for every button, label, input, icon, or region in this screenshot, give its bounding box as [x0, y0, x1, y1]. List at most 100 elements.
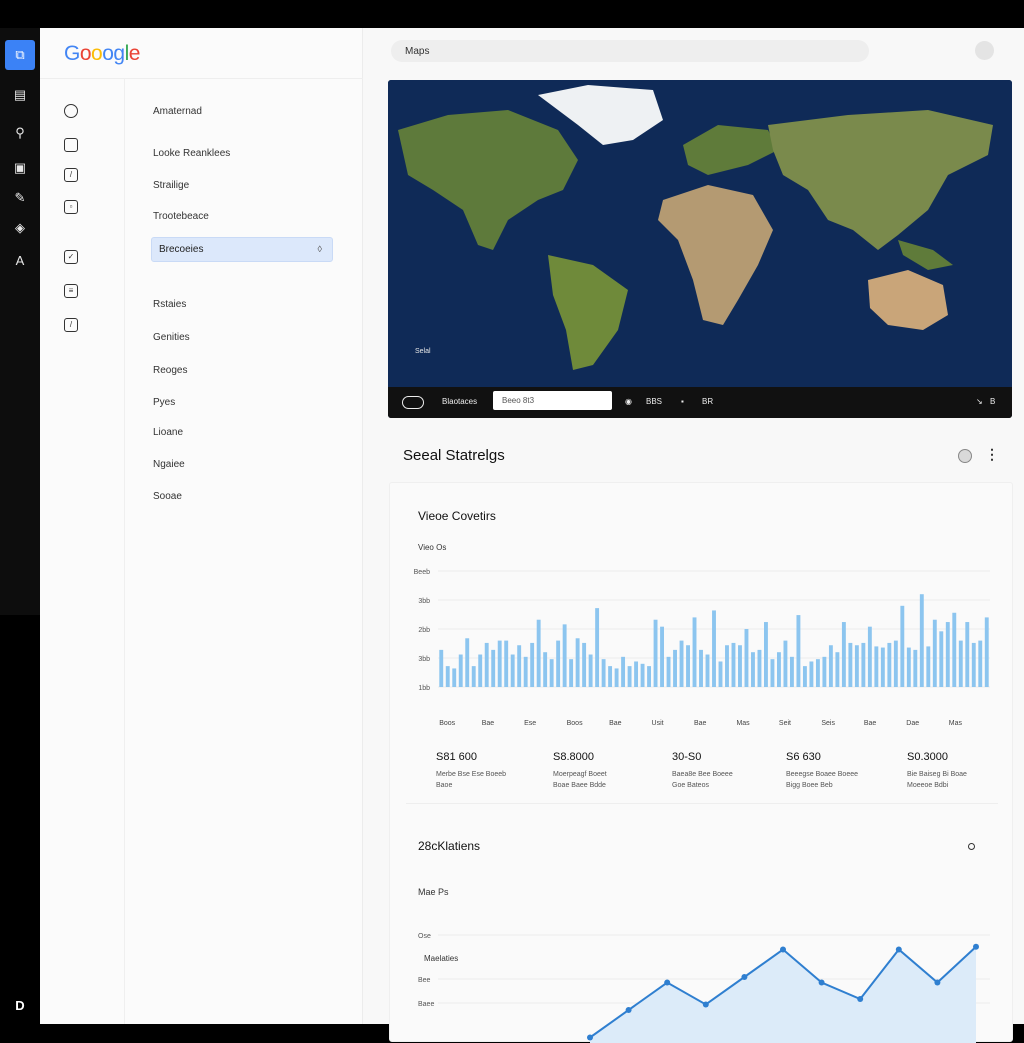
bar [822, 656, 827, 687]
bar [458, 654, 463, 687]
bar [549, 659, 554, 687]
stat-item: 30-S0 Baea8e Bee Boeee Goe Bateos [672, 751, 782, 791]
stat-desc: Merbe Bse Ese Boeeb [436, 771, 507, 778]
main-content: Maps Selal Blaotaces Beeo 8t3 ◉ BBS ▪ BR… [363, 28, 1024, 1043]
line-point [818, 979, 825, 986]
x-tick-label: Bae [694, 720, 707, 727]
pen-icon[interactable]: ✎ [5, 183, 35, 213]
map-icon[interactable]: ⧉ [5, 40, 35, 70]
map-search-input[interactable]: Beeo 8t3 [493, 391, 612, 410]
note-icon[interactable]: / [64, 318, 78, 332]
text-icon[interactable]: A [5, 245, 35, 275]
map-graphic [388, 80, 1012, 390]
bar [517, 645, 522, 687]
bar [595, 608, 600, 687]
sidebar-item-8[interactable]: Pyes [153, 397, 175, 408]
pin-icon[interactable]: ⚲ [5, 118, 35, 148]
layers-icon[interactable]: ▤ [5, 80, 35, 110]
card-subtitle: Vieo Os [418, 543, 447, 552]
world-map[interactable]: Selal Blaotaces Beeo 8t3 ◉ BBS ▪ BR ↘ B [388, 80, 1012, 418]
y-tick-label: Baee [418, 1001, 434, 1008]
bar [614, 668, 619, 687]
bar [893, 640, 898, 687]
bar [725, 645, 729, 687]
sidebar: Gooogle / ▫ ✓ ≡ / Amaternad Looke Reankl… [40, 28, 363, 1024]
image-icon[interactable]: ▣ [5, 153, 35, 183]
y-tick-label: 3bb [418, 656, 430, 663]
map-toolbar-item-1[interactable]: BBS [646, 397, 662, 406]
map-toolbar-item-3[interactable]: B [990, 397, 995, 406]
sidebar-item-10[interactable]: Ngaiee [153, 459, 185, 470]
chevron-icon: ◊ [317, 244, 322, 254]
bar [439, 649, 444, 687]
grid-icon[interactable]: ▫ [64, 200, 78, 214]
x-tick-label: Mas [736, 720, 750, 727]
bar [556, 640, 561, 687]
search-input[interactable]: Maps [391, 40, 869, 62]
folder-icon[interactable] [64, 138, 78, 152]
chat-icon[interactable] [64, 104, 78, 118]
avatar[interactable] [975, 41, 994, 60]
stats-card: Vieoe Covetirs Vieo Os Beeb 3bb 2bb 3bb 1bb B… [389, 482, 1013, 1043]
check-icon[interactable]: ✓ [64, 250, 78, 264]
cube-icon[interactable]: ◈ [5, 213, 35, 243]
google-logo: Gooogle [64, 42, 140, 65]
info-icon[interactable] [958, 449, 972, 463]
bar [705, 654, 710, 687]
eye-icon[interactable]: ◉ [625, 397, 632, 406]
section-title: Seeal Statrelgs [403, 447, 505, 464]
bar [471, 666, 476, 687]
more-options-icon[interactable]: ⋮ [985, 446, 999, 463]
bar [452, 668, 457, 687]
x-tick-label: Seis [821, 720, 835, 727]
sidebar-item-2[interactable]: Strailige [153, 180, 189, 191]
sidebar-item-1[interactable]: Looke Reanklees [153, 148, 230, 159]
sidebar-item-0[interactable]: Amaternad [153, 106, 202, 117]
app-window: Gooogle / ▫ ✓ ≡ / Amaternad Looke Reankl… [40, 28, 1024, 1043]
sidebar-item-7[interactable]: Reoges [153, 365, 187, 376]
bar [692, 617, 697, 687]
stat-value: S8.8000 [553, 751, 594, 763]
map-toolbar-item-2[interactable]: BR [702, 397, 713, 406]
map-toolbar: Blaotaces Beeo 8t3 ◉ BBS ▪ BR ↘ B [388, 387, 1012, 418]
sidebar-icon-column: / ▫ ✓ ≡ / [40, 78, 125, 1024]
bar [738, 645, 742, 687]
bar [848, 642, 853, 687]
rail-bottom-label[interactable]: D [5, 998, 35, 1018]
stat-item: S81 600 Merbe Bse Ese Boeeb Baoe [436, 751, 546, 791]
bar [699, 649, 703, 687]
line-point [857, 996, 864, 1002]
toggle-icon[interactable] [402, 396, 424, 409]
sidebar-item-active[interactable]: Brecoeies ◊ [151, 237, 333, 262]
sidebar-item-3[interactable]: Trootebeace [153, 211, 209, 222]
sidebar-item-11[interactable]: Sooae [153, 491, 182, 502]
stat-desc: Boae Baee Bdde [553, 782, 606, 789]
bar [484, 642, 489, 687]
sidebar-item-9[interactable]: Lioane [153, 427, 183, 438]
options-icon[interactable] [968, 843, 975, 850]
y-tick-label: Bee [418, 977, 431, 984]
sidebar-item-6[interactable]: Genities [153, 332, 190, 343]
line-point [934, 979, 941, 986]
card2-title: 28cKlatiens [418, 839, 481, 853]
edit-icon[interactable]: / [64, 168, 78, 182]
bar [815, 659, 820, 687]
bar [945, 622, 950, 687]
arrow-icon[interactable]: ↘ [976, 397, 983, 406]
bar [543, 652, 548, 687]
stat-desc: Baoe [436, 782, 453, 789]
line-point [702, 1001, 709, 1008]
line-point [780, 946, 786, 953]
stat-desc: Beeegse Boaee Boeee [786, 771, 859, 778]
bar [926, 646, 931, 687]
x-tick-label: Dae [906, 720, 919, 727]
bar [939, 631, 944, 687]
bar [718, 661, 723, 687]
x-tick-label: Bae [864, 720, 877, 727]
list-icon[interactable]: ≡ [64, 284, 78, 298]
bar [744, 629, 749, 687]
bar [621, 656, 626, 687]
map-toolbar-label[interactable]: Blaotaces [442, 397, 477, 406]
sidebar-item-5[interactable]: Rstaies [153, 299, 186, 310]
camera-icon[interactable]: ▪ [681, 397, 684, 406]
